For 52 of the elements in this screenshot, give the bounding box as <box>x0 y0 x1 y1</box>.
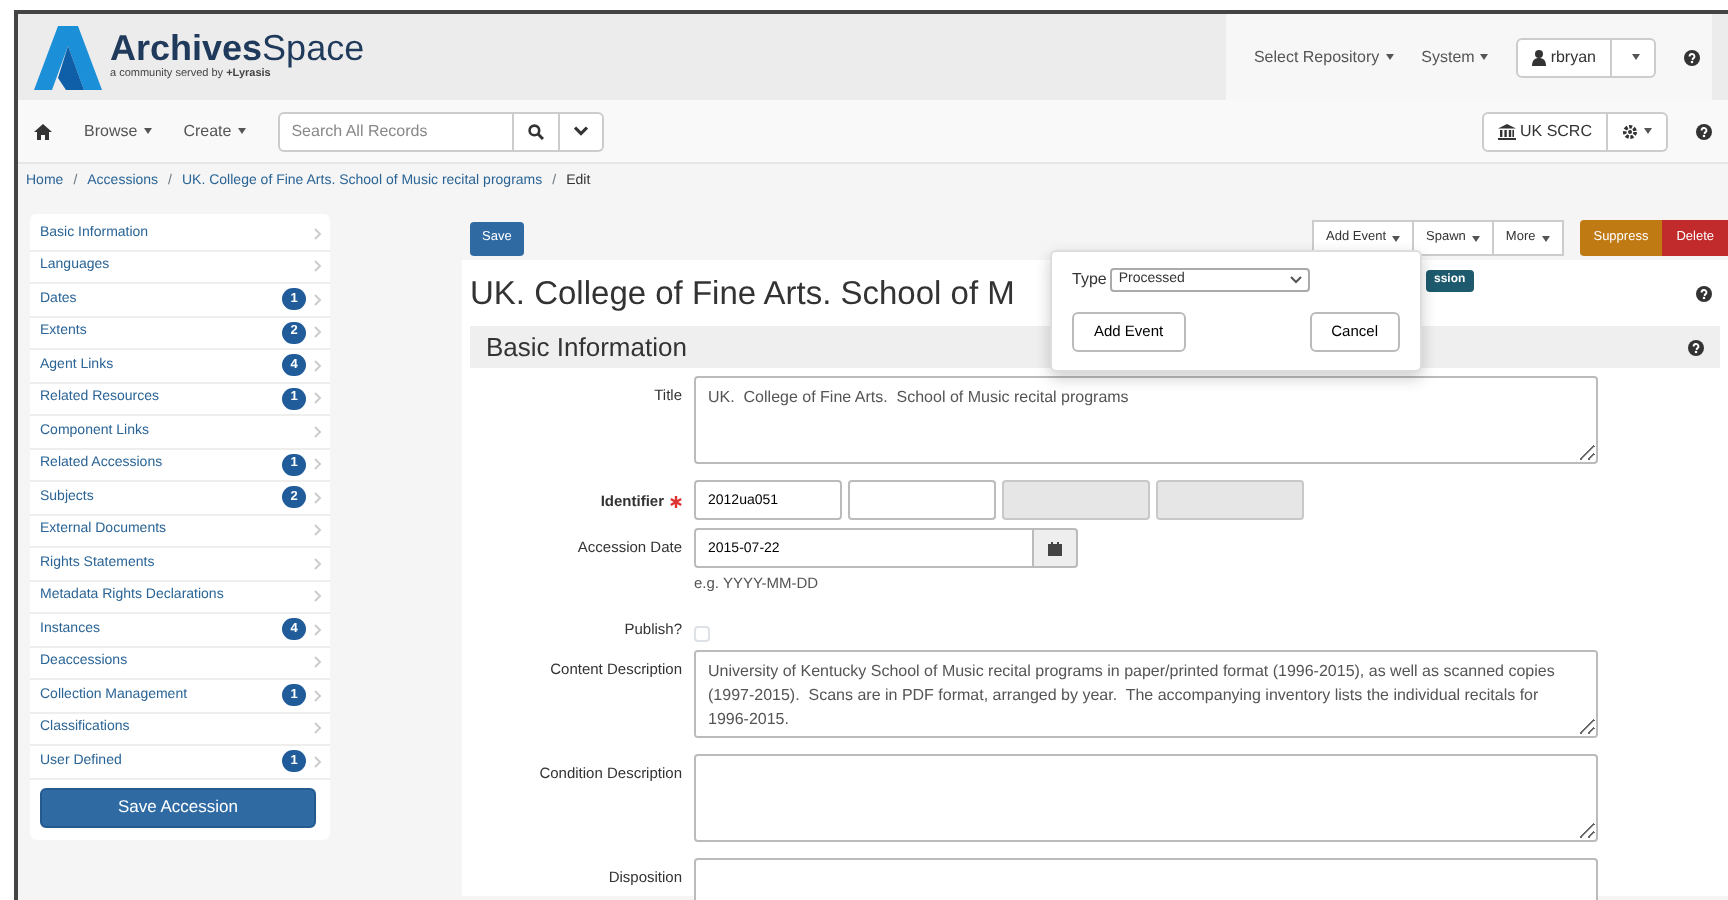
calendar-button[interactable] <box>1034 528 1078 568</box>
menu-dropdown[interactable]: System <box>1421 45 1489 69</box>
brand-name: ArchivesSpace <box>110 30 365 67</box>
menu-dropdown[interactable]: Create <box>183 119 246 143</box>
search-icon <box>527 123 544 139</box>
logo-icon <box>34 23 102 91</box>
chevron-right-icon <box>314 491 322 504</box>
chevron-right-icon <box>314 326 322 339</box>
chevron-right-icon <box>314 755 322 768</box>
help-icon[interactable] <box>1696 123 1712 139</box>
chevron-right-icon <box>314 392 322 405</box>
chevron-right-icon <box>314 557 322 570</box>
publish-checkbox[interactable] <box>694 626 710 643</box>
record-title: UK. College of Fine Arts. School of M <box>470 273 1015 316</box>
search-button[interactable] <box>513 111 560 151</box>
chevron-right-icon <box>314 656 322 669</box>
user-dropdown-toggle[interactable] <box>1612 37 1656 77</box>
help-icon[interactable] <box>1688 339 1704 355</box>
home-icon[interactable] <box>34 123 52 139</box>
building-icon <box>1497 123 1516 139</box>
chevron-down-icon <box>573 126 588 136</box>
user-icon <box>1532 49 1547 65</box>
chevron-right-icon <box>314 722 322 735</box>
chevron-down-icon <box>1290 276 1303 284</box>
chevron-right-icon <box>314 359 322 372</box>
chevron-right-icon <box>314 425 322 438</box>
help-icon[interactable] <box>1684 49 1700 65</box>
user-menu-button[interactable]: rbryan <box>1516 37 1612 77</box>
chevron-right-icon <box>314 293 322 306</box>
identifier-field[interactable] <box>848 480 996 520</box>
save-accession-button[interactable]: Save Accession <box>40 787 316 827</box>
menu-dropdown[interactable]: Browse <box>84 119 152 143</box>
menu-dropdown[interactable]: Select Repository <box>1253 45 1394 69</box>
help-icon[interactable] <box>1696 286 1712 302</box>
chevron-right-icon <box>314 590 322 603</box>
text-area-field[interactable]: University of Kentucky School of Music recital programs in paper/printed format (1996-2015), as well as scanned copies (1997-2015). Scans are in PDF format, arranged by year. The accompanying inventory lists the individual recitals for 1996-2015. <box>694 650 1598 739</box>
type-label: Type <box>1072 268 1107 292</box>
repository-button[interactable]: UK SCRC <box>1481 111 1608 151</box>
search-options-button[interactable] <box>559 111 604 151</box>
chevron-right-icon <box>314 689 322 702</box>
settings-icon <box>1622 123 1638 139</box>
section-title: Basic Information <box>486 329 687 366</box>
settings-button[interactable] <box>1608 111 1668 151</box>
search-field[interactable]: Search All Records <box>277 111 514 151</box>
calendar-icon <box>1048 541 1062 555</box>
chevron-right-icon <box>314 227 322 240</box>
chevron-right-icon <box>314 458 322 471</box>
text-area-field[interactable] <box>694 754 1598 843</box>
chevron-right-icon <box>314 623 322 636</box>
text-area-field[interactable]: UK. College of Fine Arts. School of Music recital programs <box>694 376 1598 464</box>
chevron-right-icon <box>314 260 322 273</box>
chevron-right-icon <box>314 524 322 537</box>
